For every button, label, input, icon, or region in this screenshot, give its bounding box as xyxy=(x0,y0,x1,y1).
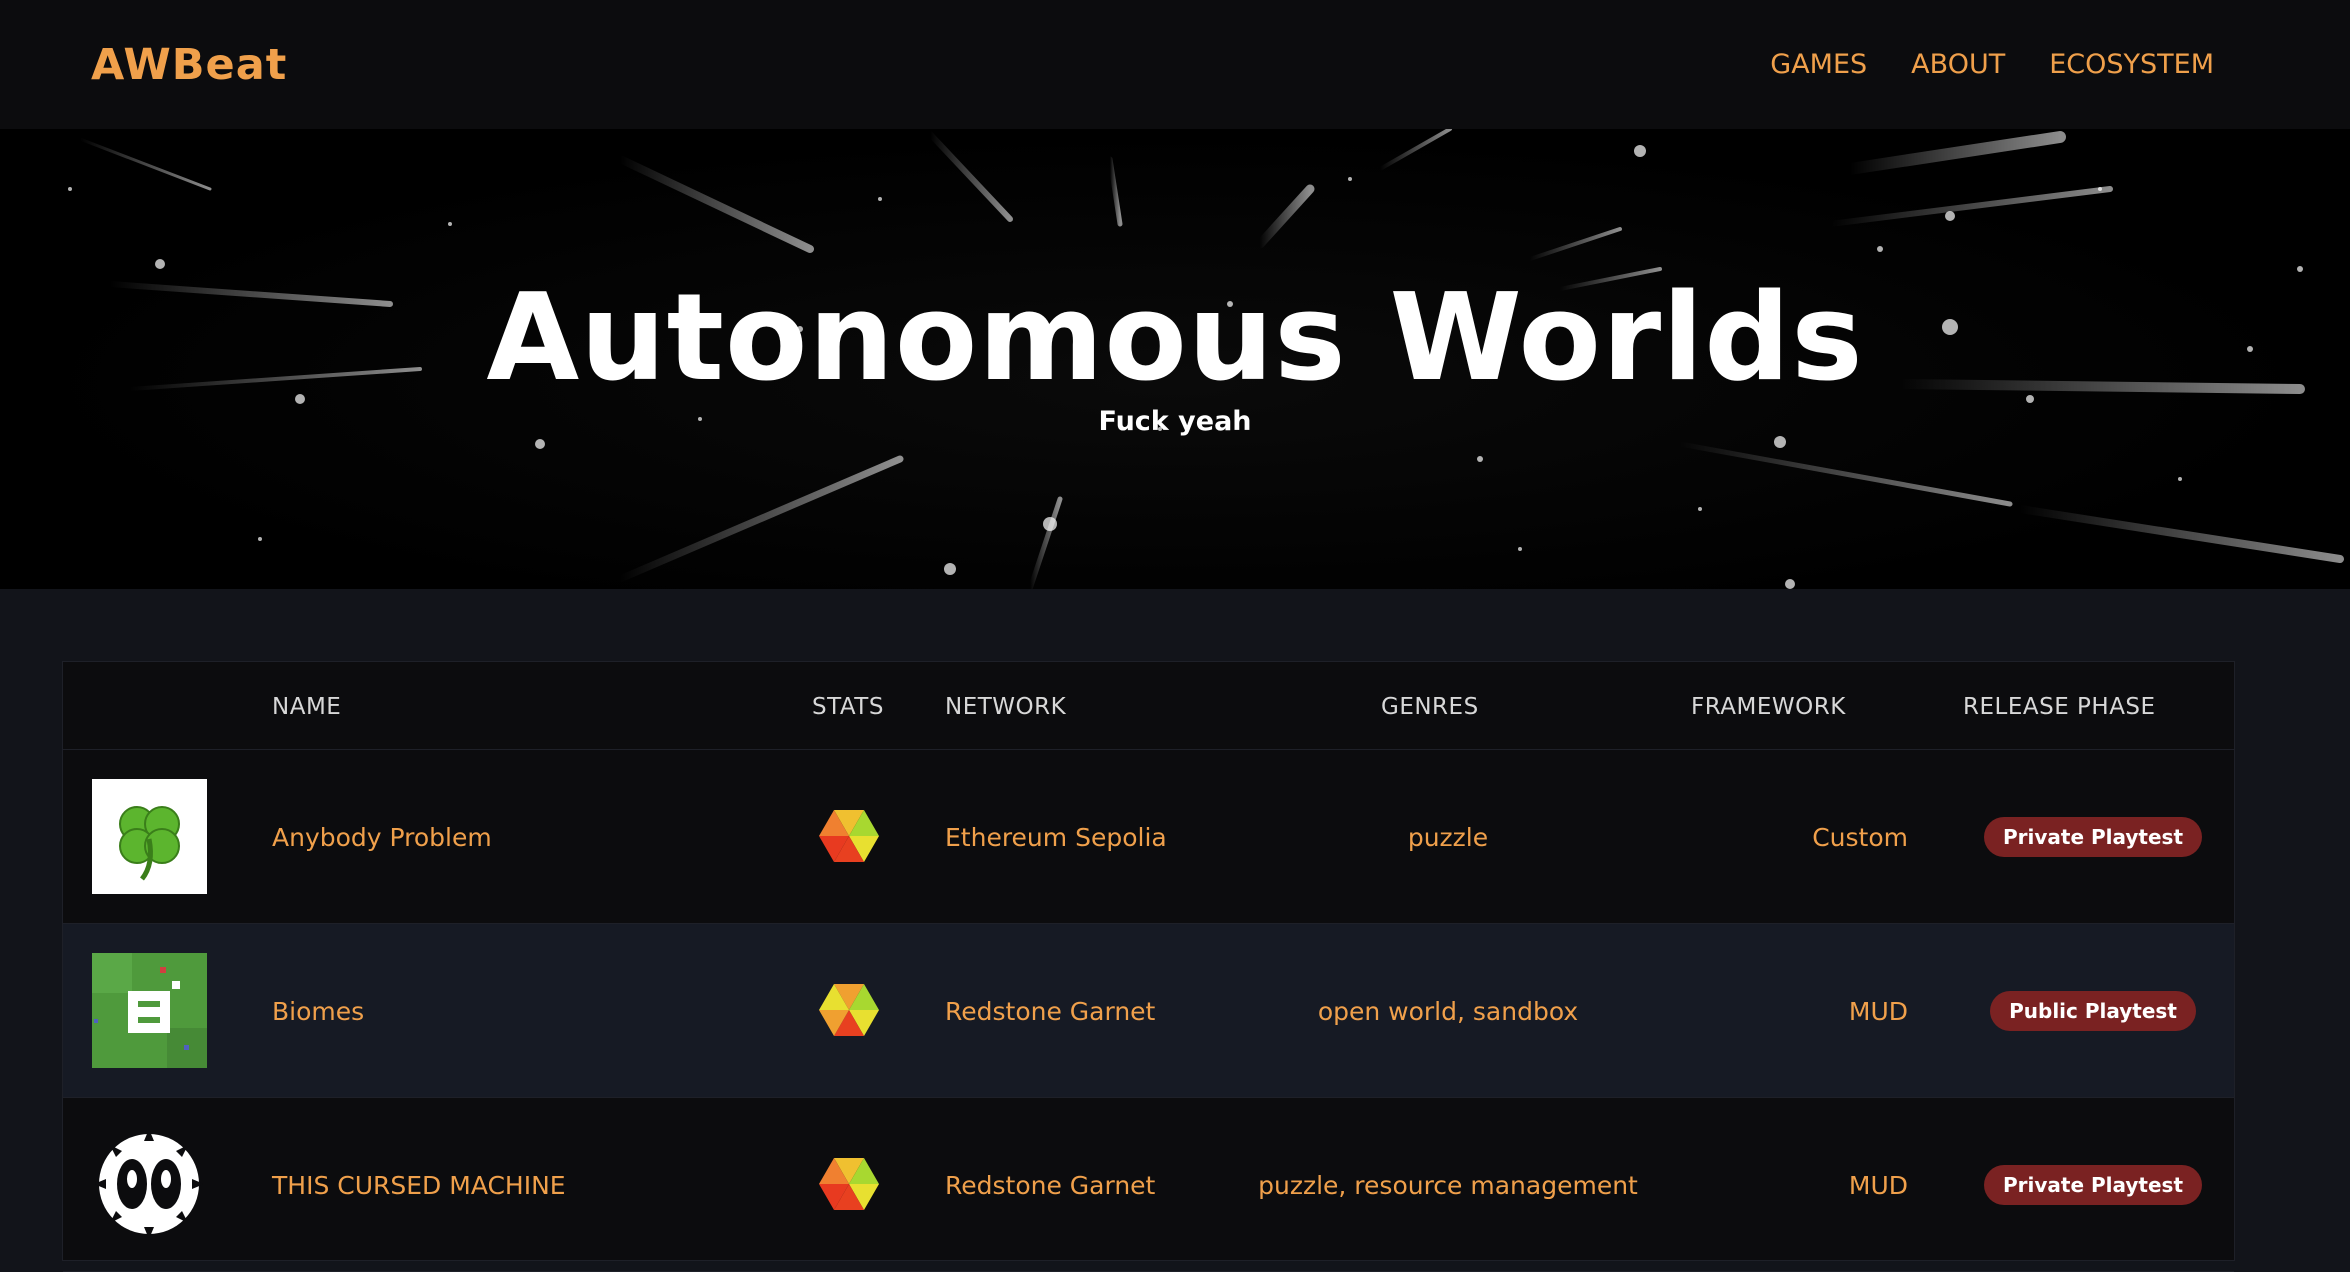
release-phase-cell: Public Playtest xyxy=(1943,924,2243,1098)
main-nav: GAMES ABOUT ECOSYSTEM xyxy=(1770,49,2214,80)
column-header-stats[interactable]: STATS xyxy=(812,694,884,720)
release-phase-cell: Private Playtest xyxy=(1943,1098,2243,1272)
nav-games-link[interactable]: GAMES xyxy=(1770,49,1867,80)
stats-hexagon-icon[interactable] xyxy=(818,979,880,1041)
column-header-name[interactable]: NAME xyxy=(272,694,341,720)
network-cell[interactable]: Redstone Garnet xyxy=(945,924,1155,1098)
framework-cell[interactable]: MUD xyxy=(1663,1098,1908,1272)
status-badge: Private Playtest xyxy=(1983,1165,2203,1205)
column-header-release-phase[interactable]: RELEASE PHASE xyxy=(1963,694,2156,720)
release-phase-cell: Private Playtest xyxy=(1943,750,2243,924)
game-name-link[interactable]: THIS CURSED MACHINE xyxy=(272,1098,566,1272)
hero-subtitle: Fuck yeah xyxy=(1098,406,1252,437)
column-header-genres[interactable]: GENRES xyxy=(1381,694,1479,720)
column-header-framework[interactable]: FRAMEWORK xyxy=(1691,694,1846,720)
stats-hexagon-icon[interactable] xyxy=(818,1153,880,1215)
biomes-logo-icon xyxy=(92,953,207,1068)
stats-hexagon-icon[interactable] xyxy=(818,805,880,867)
framework-cell[interactable]: MUD xyxy=(1663,924,1908,1098)
game-name-link[interactable]: Biomes xyxy=(272,924,364,1098)
table-row[interactable]: Anybody Problem Ethereum Sepolia puzzle … xyxy=(63,750,2234,924)
cursed-machine-logo-icon xyxy=(92,1127,207,1242)
site-logo[interactable]: AWBeat xyxy=(91,40,287,90)
genres-cell[interactable]: puzzle xyxy=(1153,750,1743,924)
game-name-link[interactable]: Anybody Problem xyxy=(272,750,492,924)
hero-banner: Autonomous Worlds Fuck yeah xyxy=(0,129,2350,589)
hero-title: Autonomous Worlds xyxy=(486,269,1864,408)
table-row[interactable]: THIS CURSED MACHINE Redstone Garnet puzz… xyxy=(63,1098,2234,1272)
status-badge: Public Playtest xyxy=(1990,991,2196,1031)
genres-cell[interactable]: puzzle, resource management xyxy=(1153,1098,1743,1272)
table-header: NAME STATS NETWORK GENRES FRAMEWORK RELE… xyxy=(63,662,2234,750)
top-navbar: AWBeat GAMES ABOUT ECOSYSTEM xyxy=(0,0,2350,129)
genres-cell[interactable]: open world, sandbox xyxy=(1153,924,1743,1098)
nav-ecosystem-link[interactable]: ECOSYSTEM xyxy=(2049,49,2214,80)
table-row[interactable]: Biomes Redstone Garnet open world, sandb… xyxy=(63,924,2234,1098)
clover-icon xyxy=(92,779,207,894)
status-badge: Private Playtest xyxy=(1983,817,2203,857)
games-table: NAME STATS NETWORK GENRES FRAMEWORK RELE… xyxy=(62,661,2235,1272)
network-cell[interactable]: Redstone Garnet xyxy=(945,1098,1155,1272)
framework-cell[interactable]: Custom xyxy=(1663,750,1908,924)
column-header-network[interactable]: NETWORK xyxy=(945,694,1066,720)
nav-about-link[interactable]: ABOUT xyxy=(1911,49,2005,80)
network-cell[interactable]: Ethereum Sepolia xyxy=(945,750,1167,924)
